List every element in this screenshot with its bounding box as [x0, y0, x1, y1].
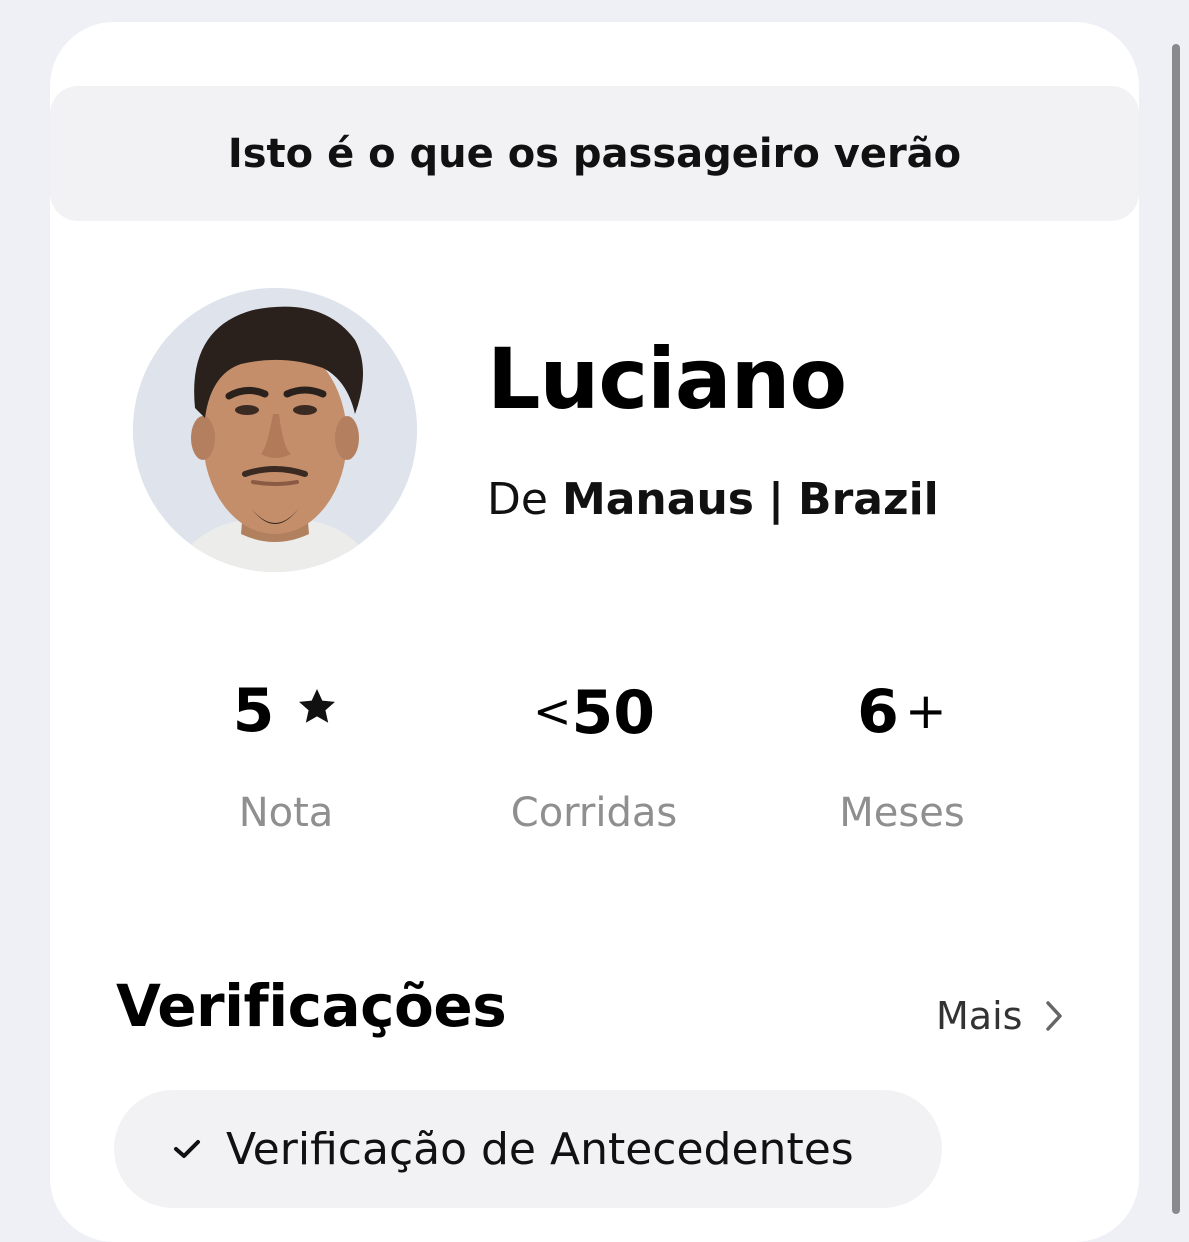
origin-separator: | — [767, 474, 785, 525]
verification-chip-label: Verificação de Antecedentes — [226, 1123, 854, 1175]
stat-rides-prefix: < — [532, 684, 572, 738]
stat-rating-value: 5 — [232, 676, 275, 746]
stat-rating: 5 Nota — [166, 676, 406, 836]
origin-prefix: De — [487, 474, 548, 525]
page-scrollbar[interactable] — [1172, 44, 1180, 1214]
origin-country: Brazil — [798, 474, 939, 525]
stat-rides-label: Corridas — [510, 790, 678, 836]
stat-rides: <50 Corridas — [474, 676, 714, 836]
stat-months-label: Meses — [839, 790, 965, 836]
avatar — [133, 288, 417, 572]
stat-rides-value: 50 — [571, 678, 656, 748]
star-icon — [299, 689, 336, 723]
verifications-more-link[interactable]: Mais — [936, 994, 1064, 1038]
stat-months: 6 + Meses — [782, 676, 1022, 836]
stat-months-suffix: + — [904, 682, 947, 740]
verifications-title: Verificações — [116, 972, 507, 1040]
verification-chip-background-check[interactable]: Verificação de Antecedentes — [114, 1090, 942, 1208]
avatar-photo — [133, 288, 417, 572]
chevron-right-icon — [1046, 1001, 1063, 1031]
preview-banner: Isto é o que os passageiro verão — [50, 86, 1139, 221]
driver-origin: De Manaus | Brazil — [487, 474, 939, 525]
origin-city: Manaus — [561, 474, 754, 525]
profile-preview-card: Isto é o que os passageiro verão Luciano… — [50, 22, 1139, 1242]
driver-name: Luciano — [487, 330, 847, 428]
more-label: Mais — [936, 994, 1023, 1038]
stat-months-value: 6 — [857, 677, 899, 747]
stat-rating-label: Nota — [238, 790, 334, 836]
check-icon — [172, 1129, 212, 1169]
preview-banner-text: Isto é o que os passageiro verão — [227, 130, 962, 177]
